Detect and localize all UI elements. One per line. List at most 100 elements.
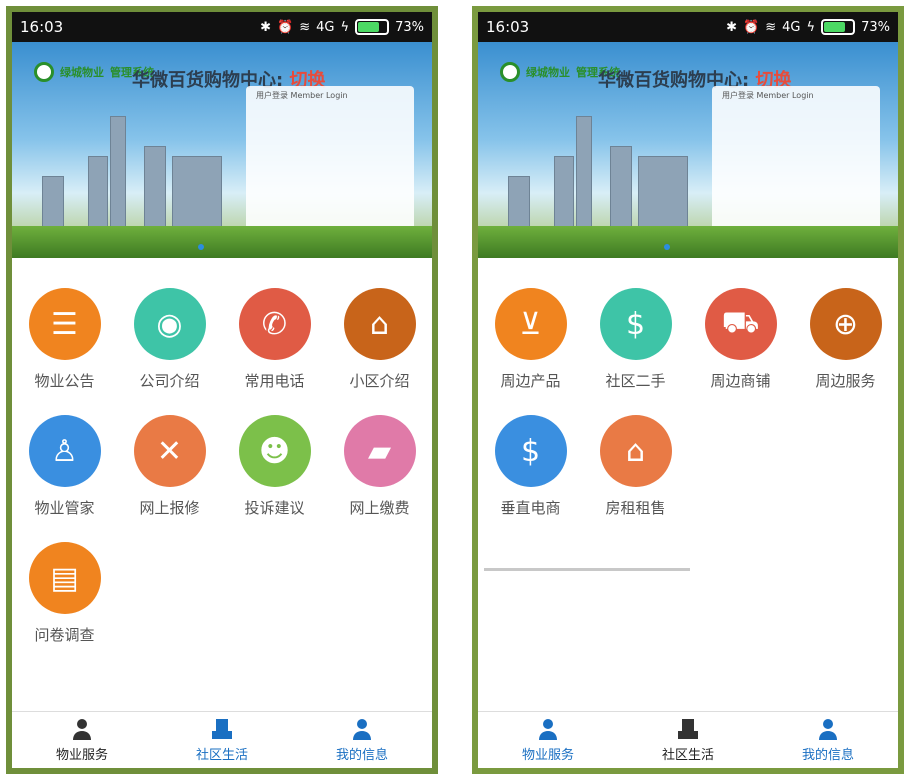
tile-community[interactable]: ⌂ 小区介绍 — [327, 288, 432, 391]
menu-grid: ⊻ 周边产品 $ 社区二手 ⛟ 周边商铺 ⊕ 周边服务 $ 垂直电商 ⌂ 房租租售 — [478, 268, 898, 518]
screen: 16:03 ✱ ⏰ ≋ 4G ϟ 73% 绿城物业 管理系统 华微百货购物中心:… — [478, 12, 898, 768]
house-icon: ⌂ — [343, 288, 416, 360]
login-label: 用户登录 Member Login — [256, 91, 348, 100]
tab-property-service[interactable]: 物业服务 — [478, 712, 618, 768]
divider — [484, 568, 690, 571]
tile-label: 常用电话 — [244, 372, 305, 390]
building-icon — [678, 719, 698, 739]
logo-mark-icon — [34, 62, 54, 82]
tower — [554, 156, 574, 228]
wifi-icon: ≋ — [765, 19, 777, 35]
tools-icon: ✕ — [133, 415, 206, 487]
tower — [638, 156, 688, 228]
alarm-icon: ⏰ — [277, 19, 294, 35]
tile-label: 周边产品 — [500, 372, 561, 390]
tab-my-info[interactable]: 我的信息 — [292, 712, 432, 768]
tab-label: 社区生活 — [195, 748, 248, 763]
login-panel[interactable]: 用户登录 Member Login — [712, 86, 880, 236]
tile-complaint[interactable]: ☻ 投诉建议 — [222, 415, 327, 518]
tab-my-info[interactable]: 我的信息 — [758, 712, 898, 768]
service-icon — [539, 719, 557, 740]
tile-label: 公司介绍 — [139, 372, 200, 390]
phone-left: 16:03 ✱ ⏰ ≋ 4G ϟ 73% 绿城物业 管理系统 华微百货购物中心:… — [6, 6, 438, 774]
tile-label: 社区二手 — [605, 372, 666, 390]
battery-icon — [821, 19, 856, 35]
tower — [144, 146, 166, 228]
logo-text: 绿城物业 — [526, 66, 570, 79]
tile-label: 网上缴费 — [349, 499, 410, 517]
tile-butler[interactable]: ♙ 物业管家 — [12, 415, 117, 518]
tab-property-service[interactable]: 物业服务 — [12, 712, 152, 768]
tower — [42, 176, 64, 228]
tile-label: 网上报修 — [139, 499, 200, 517]
battery-text: 73% — [395, 19, 424, 35]
doc-icon: ☰ — [28, 288, 101, 360]
screen: 16:03 ✱ ⏰ ≋ 4G ϟ 73% 绿城物业 管理系统 华微百货购物中心:… — [12, 12, 432, 768]
tower — [508, 176, 530, 228]
tile-label: 小区介绍 — [349, 372, 410, 390]
phone-icon: ✆ — [238, 288, 311, 360]
person-icon — [819, 719, 837, 740]
tower — [610, 146, 632, 228]
menu-grid: ☰ 物业公告 ◉ 公司介绍 ✆ 常用电话 ⌂ 小区介绍 ♙ 物业管家 ✕ 网上报修 ☻ 投诉建… — [12, 268, 432, 645]
tile-label: 问卷调查 — [34, 626, 95, 644]
tab-label: 我的信息 — [801, 748, 854, 763]
status-bar: 16:03 ✱ ⏰ ≋ 4G ϟ 73% — [12, 12, 432, 42]
charging-icon: ϟ — [340, 19, 350, 35]
support-icon: ☻ — [238, 415, 311, 487]
tile-secondhand[interactable]: $ 社区二手 — [583, 288, 688, 391]
signal-icon: 4G — [316, 19, 335, 35]
status-time: 16:03 — [486, 18, 530, 36]
status-icons: ✱ ⏰ ≋ 4G ϟ 73% — [726, 19, 890, 35]
tile-phone[interactable]: ✆ 常用电话 — [222, 288, 327, 391]
status-bar: 16:03 ✱ ⏰ ≋ 4G ϟ 73% — [478, 12, 898, 42]
charging-icon: ϟ — [806, 19, 816, 35]
bluetooth-icon: ✱ — [260, 19, 272, 35]
page-dot[interactable] — [664, 244, 670, 250]
card-icon: ▰ — [343, 415, 416, 487]
tile-company[interactable]: ◉ 公司介绍 — [117, 288, 222, 391]
phone-right: 16:03 ✱ ⏰ ≋ 4G ϟ 73% 绿城物业 管理系统 华微百货购物中心:… — [472, 6, 904, 774]
dollar-globe-icon: $ — [494, 415, 567, 487]
tab-label: 物业服务 — [55, 748, 108, 763]
tower — [172, 156, 222, 228]
logo-text: 绿城物业 — [60, 66, 104, 79]
page-dot[interactable] — [198, 244, 204, 250]
tile-payment[interactable]: ▰ 网上缴费 — [327, 415, 432, 518]
status-time: 16:03 — [20, 18, 64, 36]
banner[interactable]: 绿城物业 管理系统 华微百货购物中心: 切换 用户登录 Member Login — [478, 42, 898, 258]
tile-survey[interactable]: ▤ 问卷调查 — [12, 542, 117, 645]
tab-bar: 物业服务 社区生活 我的信息 — [12, 711, 432, 768]
login-panel[interactable]: 用户登录 Member Login — [246, 86, 414, 236]
tab-label: 物业服务 — [521, 748, 574, 763]
tile-nearby-services[interactable]: ⊕ 周边服务 — [793, 288, 898, 391]
service-icon — [73, 719, 91, 740]
hands-globe-icon: ⊕ — [809, 288, 882, 360]
tower — [110, 116, 126, 228]
truck-icon: ⛟ — [704, 288, 777, 360]
tile-label: 周边服务 — [815, 372, 876, 390]
tile-label: 房租租售 — [605, 499, 666, 517]
status-icons: ✱ ⏰ ≋ 4G ϟ 73% — [260, 19, 424, 35]
tile-label: 投诉建议 — [244, 499, 305, 517]
tile-rental[interactable]: ⌂ 房租租售 — [583, 415, 688, 518]
tab-community-life[interactable]: 社区生活 — [618, 712, 758, 768]
banner[interactable]: 绿城物业 管理系统 华微百货购物中心: 切换 用户登录 Member Login — [12, 42, 432, 258]
tile-label: 周边商铺 — [710, 372, 771, 390]
battery-icon — [355, 19, 390, 35]
tile-nearby-products[interactable]: ⊻ 周边产品 — [478, 288, 583, 391]
person-icon — [353, 719, 371, 740]
alarm-icon: ⏰ — [743, 19, 760, 35]
tile-repair[interactable]: ✕ 网上报修 — [117, 415, 222, 518]
tab-community-life[interactable]: 社区生活 — [152, 712, 292, 768]
user-icon: ♙ — [28, 415, 101, 487]
tile-notice[interactable]: ☰ 物业公告 — [12, 288, 117, 391]
cart-icon: ⊻ — [494, 288, 567, 360]
grass — [478, 226, 898, 258]
wifi-icon: ≋ — [299, 19, 311, 35]
tile-vertical-ecommerce[interactable]: $ 垂直电商 — [478, 415, 583, 518]
tile-nearby-shops[interactable]: ⛟ 周边商铺 — [688, 288, 793, 391]
signal-icon: 4G — [782, 19, 801, 35]
globe-icon: ◉ — [133, 288, 206, 360]
login-label: 用户登录 Member Login — [722, 91, 814, 100]
